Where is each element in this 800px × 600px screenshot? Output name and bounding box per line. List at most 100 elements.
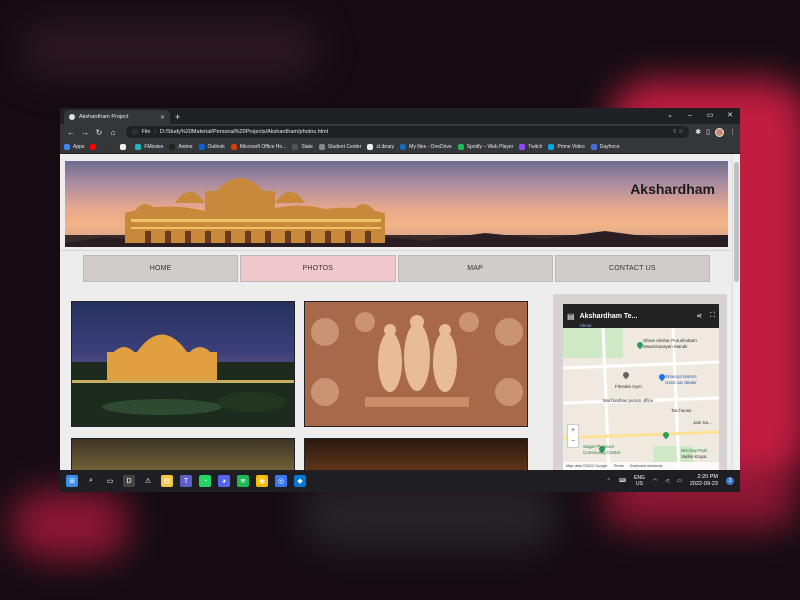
search-icon[interactable]: ⌕ xyxy=(85,475,97,487)
map-place-label[interactable]: Sagar Pleasure xyxy=(583,444,614,449)
bookmark-item[interactable]: zLibrary xyxy=(367,143,394,150)
spotify-icon[interactable]: ≋ xyxy=(237,475,249,487)
bookmark-item[interactable] xyxy=(105,143,114,150)
map-place-label[interactable]: Used car dealer xyxy=(665,380,697,385)
map-place-label[interactable]: Vadini Krupa xyxy=(681,454,706,459)
wallpaper-blob xyxy=(20,20,320,80)
map-sidebar-icon[interactable]: ▤ xyxy=(567,312,575,321)
photo-temple-interior[interactable] xyxy=(71,438,295,470)
bookmark-item[interactable]: FMovies xyxy=(135,143,163,150)
bookmark-item[interactable]: Anime xyxy=(169,143,193,150)
photo-temple-hall[interactable] xyxy=(304,438,528,470)
bookmark-item[interactable]: Twitch xyxy=(519,143,542,150)
clock[interactable]: 2:20 PM 2022-09-23 xyxy=(690,474,718,488)
extensions-icon[interactable]: ✱ xyxy=(695,128,701,136)
task-view-icon[interactable]: ▭ xyxy=(104,475,116,487)
profile-avatar[interactable] xyxy=(715,127,724,137)
bookmark-item[interactable]: Prime Video xyxy=(548,143,585,150)
bookmark-icon xyxy=(548,143,555,150)
banner: Akshardham xyxy=(65,161,728,247)
address-url[interactable]: D:/Study%20Material/Personal%20Projects/… xyxy=(160,129,328,135)
fullscreen-icon[interactable]: ⛶ xyxy=(710,312,715,320)
maximize-button[interactable]: ▭ xyxy=(700,108,720,124)
bookmark-item[interactable]: Slate xyxy=(292,143,313,150)
map-place-label[interactable]: Shree Akshar Purushottam xyxy=(643,338,697,343)
home-icon[interactable]: ⌂ xyxy=(106,128,120,137)
signal-icon[interactable]: ◎ xyxy=(275,475,287,487)
map-place-label[interactable]: Tax house xyxy=(671,408,692,413)
share-icon[interactable]: ⇪ ☆ xyxy=(672,129,683,135)
vscode-icon[interactable]: ◆ xyxy=(294,475,306,487)
minimize-button[interactable]: – xyxy=(680,108,700,124)
window-controls: ⌄ – ▭ ✕ xyxy=(660,108,740,124)
bookmark-icon xyxy=(367,143,374,150)
bookmark-icon xyxy=(230,143,237,150)
region-code: US xyxy=(635,481,643,487)
photo-temple-night[interactable] xyxy=(71,301,295,427)
bookmark-item[interactable]: My files - OneDrive xyxy=(400,143,452,150)
bookmark-icon xyxy=(64,143,70,150)
bookmark-item[interactable]: Spotify – Web Player xyxy=(457,143,513,150)
map-place-label[interactable]: Fitreaks Gym xyxy=(615,384,642,389)
address-bar[interactable]: ⓘ File | D:/Study%20Material/Personal%20… xyxy=(126,126,690,138)
nav-photos[interactable]: PHOTOS xyxy=(240,255,396,282)
map-zoom-control[interactable]: + − xyxy=(567,424,579,448)
map-footer-item[interactable]: Keyboard shortcuts xyxy=(630,464,663,468)
chrome-icon[interactable]: ◉ xyxy=(256,475,268,487)
map-place-label[interactable]: Swaminarayan Mandir xyxy=(643,344,688,349)
bookmark-item[interactable] xyxy=(90,143,99,150)
menu-icon[interactable]: ⋮ xyxy=(729,128,736,136)
nav-map[interactable]: MAP xyxy=(397,255,553,282)
chevron-up-icon[interactable]: ⌃ xyxy=(607,478,611,484)
map-canvas[interactable]: + − Map data ©2022 Google Terms Keyboard sh… xyxy=(563,328,719,470)
whatsapp-icon[interactable]: ◔ xyxy=(199,475,211,487)
wifi-icon[interactable]: ◠ xyxy=(653,478,657,484)
map-about-link[interactable]: About xyxy=(580,323,638,328)
map-title[interactable]: Akshardham Te... xyxy=(580,313,638,320)
map-footer-item[interactable]: Terms xyxy=(613,464,623,468)
close-window-button[interactable]: ✕ xyxy=(720,108,740,124)
sidebar-icon[interactable]: ▯ xyxy=(706,128,710,136)
map-place-label[interactable]: Nischay Park xyxy=(681,448,708,453)
close-tab-icon[interactable]: ✕ xyxy=(160,114,165,121)
volume-icon[interactable]: ◁ xyxy=(665,478,669,484)
map-place-label[interactable]: Mod keshav puram office xyxy=(603,398,653,403)
bookmark-item[interactable]: Apps xyxy=(64,143,84,150)
teams-icon[interactable]: T xyxy=(180,475,192,487)
map-place-label[interactable]: Community Centre xyxy=(583,450,621,455)
nav-home[interactable]: HOME xyxy=(83,255,239,282)
bookmark-item[interactable]: Dayforce xyxy=(590,143,620,150)
bookmark-icon xyxy=(120,143,127,150)
language-indicator[interactable]: ENG US xyxy=(634,475,645,487)
photo-temple-carving[interactable] xyxy=(304,301,528,427)
page-scrollbar[interactable] xyxy=(732,154,740,470)
share-icon[interactable]: ⋖ xyxy=(696,312,702,320)
embedded-map[interactable]: ▤ Akshardham Te... About ⋖ ⛶ + − Map dat… xyxy=(563,304,719,470)
bookmark-item[interactable] xyxy=(120,143,129,150)
battery-icon[interactable]: ▭ xyxy=(677,478,682,484)
warning-icon[interactable]: ⚠ xyxy=(142,475,154,487)
dell-icon[interactable]: D xyxy=(123,475,135,487)
nav-contact-us[interactable]: CONTACT US xyxy=(554,255,710,282)
info-icon[interactable]: ⓘ xyxy=(132,128,138,136)
address-separator: | xyxy=(154,129,156,135)
bookmark-item[interactable]: Microsoft Office Ho... xyxy=(230,143,286,150)
file-explorer-icon[interactable]: ▤ xyxy=(161,475,173,487)
system-tray: ⌃ ⌨ ENG US ◠ ◁ ▭ 2:20 PM 2022-09-23 3 xyxy=(607,474,734,488)
reload-icon[interactable]: ↻ xyxy=(92,128,106,137)
start-icon[interactable]: ⊞ xyxy=(66,475,78,487)
forward-icon[interactable]: → xyxy=(78,128,92,137)
map-place-label[interactable]: Jain Sa... xyxy=(693,420,712,425)
scrollbar-thumb[interactable] xyxy=(734,162,739,282)
page-viewport: Akshardham HOME PHOTOS MAP CONTACT US ▤ … xyxy=(60,154,740,470)
map-place-label[interactable]: Shaurya Motors xyxy=(665,374,697,379)
discord-icon[interactable]: ◕ xyxy=(218,475,230,487)
chevron-down-icon[interactable]: ⌄ xyxy=(660,108,680,124)
bookmark-item[interactable]: Outlook xyxy=(198,143,225,150)
keyboard-icon[interactable]: ⌨ xyxy=(619,478,626,484)
back-icon[interactable]: ← xyxy=(64,128,78,137)
bookmark-item[interactable]: Student Center xyxy=(318,143,361,150)
new-tab-button[interactable]: + xyxy=(175,110,180,124)
notification-badge[interactable]: 3 xyxy=(726,477,734,485)
browser-tab[interactable]: Akshardham Project ✕ xyxy=(64,110,170,124)
